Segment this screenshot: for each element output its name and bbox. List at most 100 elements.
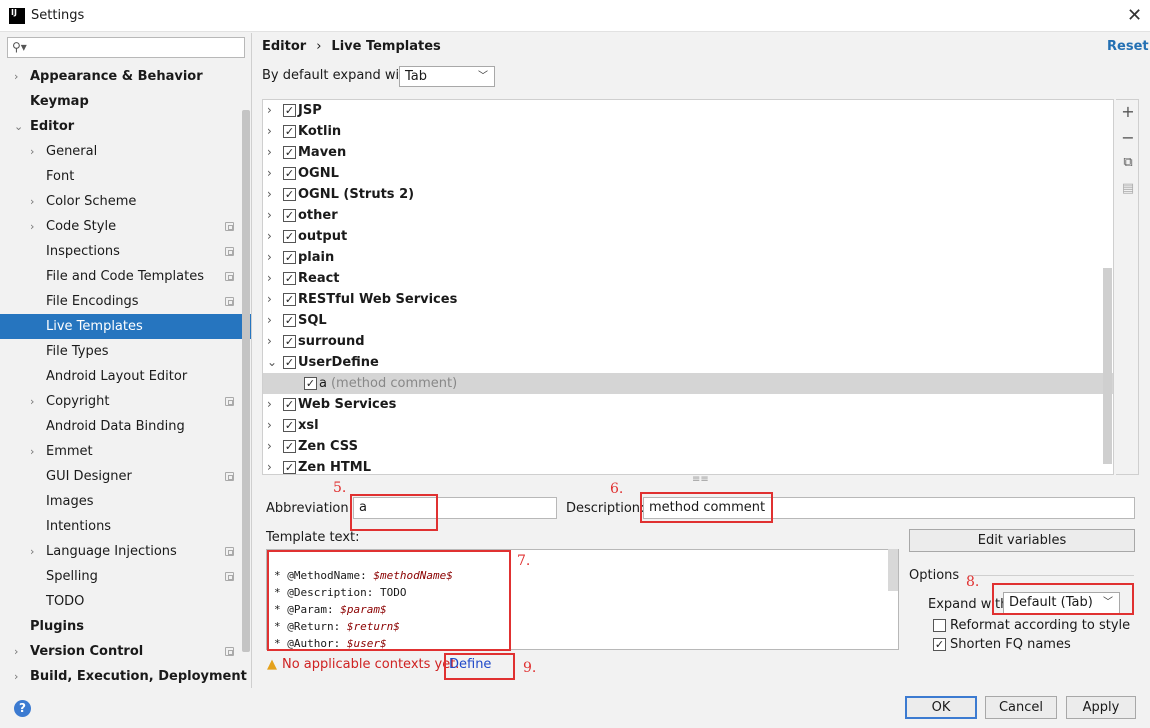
chevron-down-icon[interactable]: ⌄ <box>14 114 23 139</box>
sidebar-item-file-encodings[interactable]: File Encodings <box>0 289 251 314</box>
template-group-row[interactable]: › ✓ surround <box>263 331 1113 352</box>
add-icon[interactable]: + <box>1120 104 1136 120</box>
chevron-right-icon[interactable]: › <box>30 389 34 414</box>
sidebar-item-copyright[interactable]: › Copyright <box>0 389 251 414</box>
sidebar-item-gui-designer[interactable]: GUI Designer <box>0 464 251 489</box>
template-checkbox[interactable]: ✓ <box>283 419 296 432</box>
chevron-right-icon[interactable]: › <box>267 436 272 457</box>
template-checkbox[interactable]: ✓ <box>283 188 296 201</box>
shorten-fq-checkbox[interactable]: ✓ <box>933 638 946 651</box>
splitter-grip-icon[interactable]: ≡≡ <box>692 474 709 485</box>
chevron-right-icon[interactable]: › <box>267 268 272 289</box>
sidebar-item-file-types[interactable]: File Types <box>0 339 251 364</box>
chevron-right-icon[interactable]: › <box>267 394 272 415</box>
chevron-right-icon[interactable]: › <box>267 142 272 163</box>
template-checkbox[interactable]: ✓ <box>304 377 317 390</box>
sidebar-item-live-templates[interactable]: Live Templates <box>0 314 251 339</box>
template-checkbox[interactable]: ✓ <box>283 146 296 159</box>
sidebar-item-inspections[interactable]: Inspections <box>0 239 251 264</box>
chevron-right-icon[interactable]: › <box>14 639 18 664</box>
sidebar-item-editor[interactable]: ⌄ Editor <box>0 114 251 139</box>
sidebar-item-intentions[interactable]: Intentions <box>0 514 251 539</box>
sidebar-item-plugins[interactable]: Plugins <box>0 614 251 639</box>
template-group-row[interactable]: › ✓ output <box>263 226 1113 247</box>
template-checkbox[interactable]: ✓ <box>283 272 296 285</box>
apply-button[interactable]: Apply <box>1066 696 1136 719</box>
remove-icon[interactable]: − <box>1120 130 1136 146</box>
tree-scrollbar[interactable] <box>1103 268 1112 464</box>
sidebar-item-emmet[interactable]: › Emmet <box>0 439 251 464</box>
sidebar-item-android-data-binding[interactable]: Android Data Binding <box>0 414 251 439</box>
sidebar-item-spelling[interactable]: Spelling <box>0 564 251 589</box>
template-checkbox[interactable]: ✓ <box>283 167 296 180</box>
template-group-row[interactable]: › ✓ Web Services <box>263 394 1113 415</box>
template-group-row[interactable]: › ✓ RESTful Web Services <box>263 289 1113 310</box>
template-checkbox[interactable]: ✓ <box>283 125 296 138</box>
chevron-right-icon[interactable]: › <box>267 415 272 436</box>
sidebar-item-version-control[interactable]: › Version Control <box>0 639 251 664</box>
sidebar-item-keymap[interactable]: Keymap <box>0 89 251 114</box>
template-group-row[interactable]: › ✓ React <box>263 268 1113 289</box>
sidebar-item-images[interactable]: Images <box>0 489 251 514</box>
template-checkbox[interactable]: ✓ <box>283 398 296 411</box>
template-checkbox[interactable]: ✓ <box>283 335 296 348</box>
chevron-down-icon[interactable]: ⌄ <box>267 352 277 373</box>
sidebar-item-color-scheme[interactable]: › Color Scheme <box>0 189 251 214</box>
template-checkbox[interactable]: ✓ <box>283 293 296 306</box>
chevron-right-icon[interactable]: › <box>267 184 272 205</box>
sidebar-item-appearance-behavior[interactable]: › Appearance & Behavior <box>0 64 251 89</box>
chevron-right-icon[interactable]: › <box>267 121 272 142</box>
template-group-row[interactable]: › ✓ Zen CSS <box>263 436 1113 457</box>
chevron-right-icon[interactable]: › <box>267 100 272 121</box>
chevron-right-icon[interactable]: › <box>14 664 18 689</box>
chevron-right-icon[interactable]: › <box>30 439 34 464</box>
sidebar-scrollbar[interactable] <box>242 110 250 652</box>
cancel-button[interactable]: Cancel <box>985 696 1057 719</box>
group-icon[interactable]: ▤ <box>1120 181 1136 197</box>
template-group-row[interactable]: › ✓ plain <box>263 247 1113 268</box>
template-group-row[interactable]: › ✓ Kotlin <box>263 121 1113 142</box>
sidebar-item-build-execution-deployment[interactable]: › Build, Execution, Deployment <box>0 664 251 689</box>
template-checkbox[interactable]: ✓ <box>283 461 296 474</box>
default-expand-select[interactable]: Tab ﹀ <box>399 66 495 87</box>
template-group-row[interactable]: › ✓ OGNL <box>263 163 1113 184</box>
template-group-row[interactable]: › ✓ other <box>263 205 1113 226</box>
sidebar-item-language-injections[interactable]: › Language Injections <box>0 539 251 564</box>
breadcrumb-editor[interactable]: Editor <box>262 39 306 54</box>
template-checkbox[interactable]: ✓ <box>283 440 296 453</box>
ok-button[interactable]: OK <box>905 696 977 719</box>
copy-icon[interactable]: ⧉ <box>1120 155 1136 171</box>
template-group-row[interactable]: › ✓ xsl <box>263 415 1113 436</box>
chevron-right-icon[interactable]: › <box>267 457 272 474</box>
template-group-row[interactable]: › ✓ SQL <box>263 310 1113 331</box>
chevron-right-icon[interactable]: › <box>30 139 34 164</box>
template-group-row[interactable]: › ✓ Maven <box>263 142 1113 163</box>
sidebar-item-font[interactable]: Font <box>0 164 251 189</box>
sidebar-item-android-layout-editor[interactable]: Android Layout Editor <box>0 364 251 389</box>
template-checkbox[interactable]: ✓ <box>283 209 296 222</box>
sidebar-item-file-and-code-templates[interactable]: File and Code Templates <box>0 264 251 289</box>
chevron-right-icon[interactable]: › <box>267 247 272 268</box>
chevron-right-icon[interactable]: › <box>30 539 34 564</box>
reformat-checkbox[interactable] <box>933 619 946 632</box>
chevron-right-icon[interactable]: › <box>267 310 272 331</box>
edit-variables-button[interactable]: Edit variables <box>909 529 1135 552</box>
template-group-row[interactable]: › ✓ JSP <box>263 100 1113 121</box>
reset-link[interactable]: Reset <box>1107 39 1149 54</box>
template-scrollbar[interactable] <box>888 549 898 591</box>
chevron-right-icon[interactable]: › <box>267 289 272 310</box>
template-checkbox[interactable]: ✓ <box>283 230 296 243</box>
template-checkbox[interactable]: ✓ <box>283 104 296 117</box>
sidebar-item-general[interactable]: › General <box>0 139 251 164</box>
template-checkbox[interactable]: ✓ <box>283 356 296 369</box>
chevron-right-icon[interactable]: › <box>267 163 272 184</box>
template-row[interactable]: ✓ a (method comment) <box>263 373 1113 394</box>
help-icon[interactable]: ? <box>14 700 31 717</box>
sidebar-item-todo[interactable]: TODO <box>0 589 251 614</box>
template-checkbox[interactable]: ✓ <box>283 251 296 264</box>
search-input[interactable]: ⚲▾ <box>7 37 245 58</box>
sidebar-item-code-style[interactable]: › Code Style <box>0 214 251 239</box>
chevron-right-icon[interactable]: › <box>30 189 34 214</box>
chevron-right-icon[interactable]: › <box>267 205 272 226</box>
template-checkbox[interactable]: ✓ <box>283 314 296 327</box>
